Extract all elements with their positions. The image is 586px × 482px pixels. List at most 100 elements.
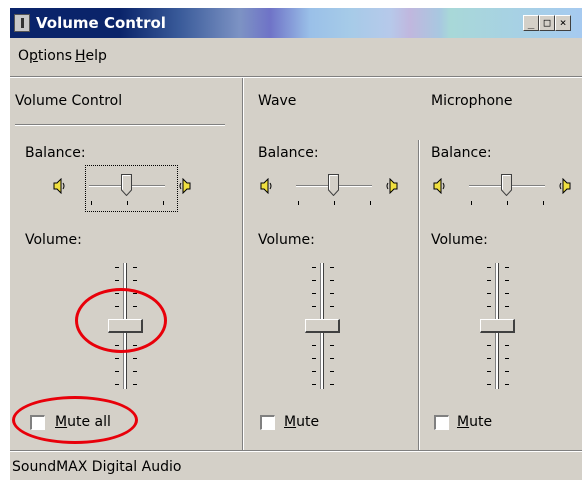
- maximize-button[interactable]: □: [539, 15, 555, 31]
- menu-bar: Options Help: [10, 42, 582, 70]
- volume-tick: [312, 371, 316, 372]
- volume-tick: [505, 384, 509, 385]
- volume-tick: [505, 371, 509, 372]
- volume-tick: [312, 293, 316, 294]
- volume-thumb[interactable]: [108, 319, 143, 333]
- mute-label-wave[interactable]: Mute: [284, 414, 319, 430]
- volume-tick: [330, 293, 334, 294]
- volume-tick: [330, 384, 334, 385]
- volume-tick: [487, 345, 491, 346]
- speaker-right-icon: [557, 177, 571, 195]
- volume-tick: [133, 293, 137, 294]
- column-title-microphone: Microphone: [431, 93, 513, 109]
- balance-tick: [507, 201, 508, 205]
- column-title-wave: Wave: [258, 93, 297, 109]
- balance-tick: [127, 201, 128, 205]
- volume-slider-volume-control[interactable]: [95, 263, 155, 393]
- balance-tick: [298, 201, 299, 205]
- window-title: Volume Control: [36, 14, 166, 32]
- volume-tick: [115, 293, 119, 294]
- volume-tick: [505, 345, 509, 346]
- mute-all-checkbox[interactable]: [30, 415, 45, 430]
- balance-label: Balance:: [258, 145, 319, 161]
- volume-tick: [330, 358, 334, 359]
- volume-tick: [133, 345, 137, 346]
- volume-tick: [312, 345, 316, 346]
- volume-tick: [312, 267, 316, 268]
- balance-label: Balance:: [25, 145, 86, 161]
- status-separator: [10, 450, 582, 452]
- balance-thumb[interactable]: [121, 174, 132, 197]
- balance-label: Balance:: [431, 145, 492, 161]
- menu-options[interactable]: Options: [18, 48, 72, 64]
- volume-tick: [312, 306, 316, 307]
- volume-tick: [133, 280, 137, 281]
- volume-tick: [487, 306, 491, 307]
- volume-tick: [487, 267, 491, 268]
- volume-slider-wave[interactable]: [292, 263, 352, 393]
- balance-tick: [334, 201, 335, 205]
- volume-tick: [115, 358, 119, 359]
- volume-tick: [115, 306, 119, 307]
- volume-tick: [330, 280, 334, 281]
- column-title-volume-control: Volume Control: [15, 93, 123, 109]
- volume-tick: [487, 384, 491, 385]
- balance-slider-microphone[interactable]: [433, 165, 583, 215]
- volume-tick: [330, 306, 334, 307]
- volume-tick: [133, 384, 137, 385]
- volume-tick: [115, 371, 119, 372]
- mute-checkbox-wave[interactable]: [260, 415, 275, 430]
- title-bar[interactable]: Volume Control _ □ ×: [10, 8, 582, 38]
- balance-tick: [471, 201, 472, 205]
- volume-tick: [505, 306, 509, 307]
- volume-tick: [505, 293, 509, 294]
- volume-tick: [505, 358, 509, 359]
- volume-tick: [133, 358, 137, 359]
- volume-tick: [312, 280, 316, 281]
- balance-tick: [163, 201, 164, 205]
- status-text: SoundMAX Digital Audio: [12, 459, 182, 475]
- column-separator: [242, 78, 244, 452]
- volume-tick: [487, 280, 491, 281]
- balance-thumb[interactable]: [501, 174, 512, 197]
- volume-tick: [505, 280, 509, 281]
- balance-thumb[interactable]: [328, 174, 339, 197]
- volume-tick: [487, 358, 491, 359]
- balance-tick: [543, 201, 544, 205]
- balance-tick: [370, 201, 371, 205]
- volume-tick: [487, 371, 491, 372]
- volume-tick: [133, 267, 137, 268]
- volume-tick: [487, 293, 491, 294]
- volume-thumb[interactable]: [305, 319, 340, 333]
- menu-help[interactable]: Help: [75, 48, 107, 64]
- balance-slider-volume-control[interactable]: [53, 165, 203, 215]
- status-bar: SoundMAX Digital Audio: [10, 454, 582, 478]
- column-separator: [418, 140, 420, 452]
- volume-tick: [115, 267, 119, 268]
- mute-all-label[interactable]: Mute all: [55, 414, 111, 430]
- speaker-right-icon: [177, 177, 191, 195]
- volume-thumb[interactable]: [480, 319, 515, 333]
- volume-tick: [312, 384, 316, 385]
- volume-tick: [330, 267, 334, 268]
- speaker-left-icon: [53, 177, 67, 195]
- balance-slider-wave[interactable]: [260, 165, 410, 215]
- volume-slider-microphone[interactable]: [467, 263, 527, 393]
- volume-control-window: Volume Control _ □ × Options Help Volume…: [10, 8, 582, 480]
- mute-checkbox-microphone[interactable]: [434, 415, 449, 430]
- volume-tick: [330, 371, 334, 372]
- mute-label-microphone[interactable]: Mute: [457, 414, 492, 430]
- volume-tick: [505, 267, 509, 268]
- minimize-button[interactable]: _: [523, 15, 539, 31]
- volume-label: Volume:: [25, 232, 82, 248]
- volume-tick: [133, 371, 137, 372]
- volume-label: Volume:: [258, 232, 315, 248]
- speaker-left-icon: [260, 177, 274, 195]
- close-button[interactable]: ×: [555, 15, 571, 31]
- volume-tick: [133, 306, 137, 307]
- volume-label: Volume:: [431, 232, 488, 248]
- volume-tick: [115, 345, 119, 346]
- balance-tick: [91, 201, 92, 205]
- title-underline: [15, 124, 225, 126]
- speaker-app-icon: [14, 14, 30, 32]
